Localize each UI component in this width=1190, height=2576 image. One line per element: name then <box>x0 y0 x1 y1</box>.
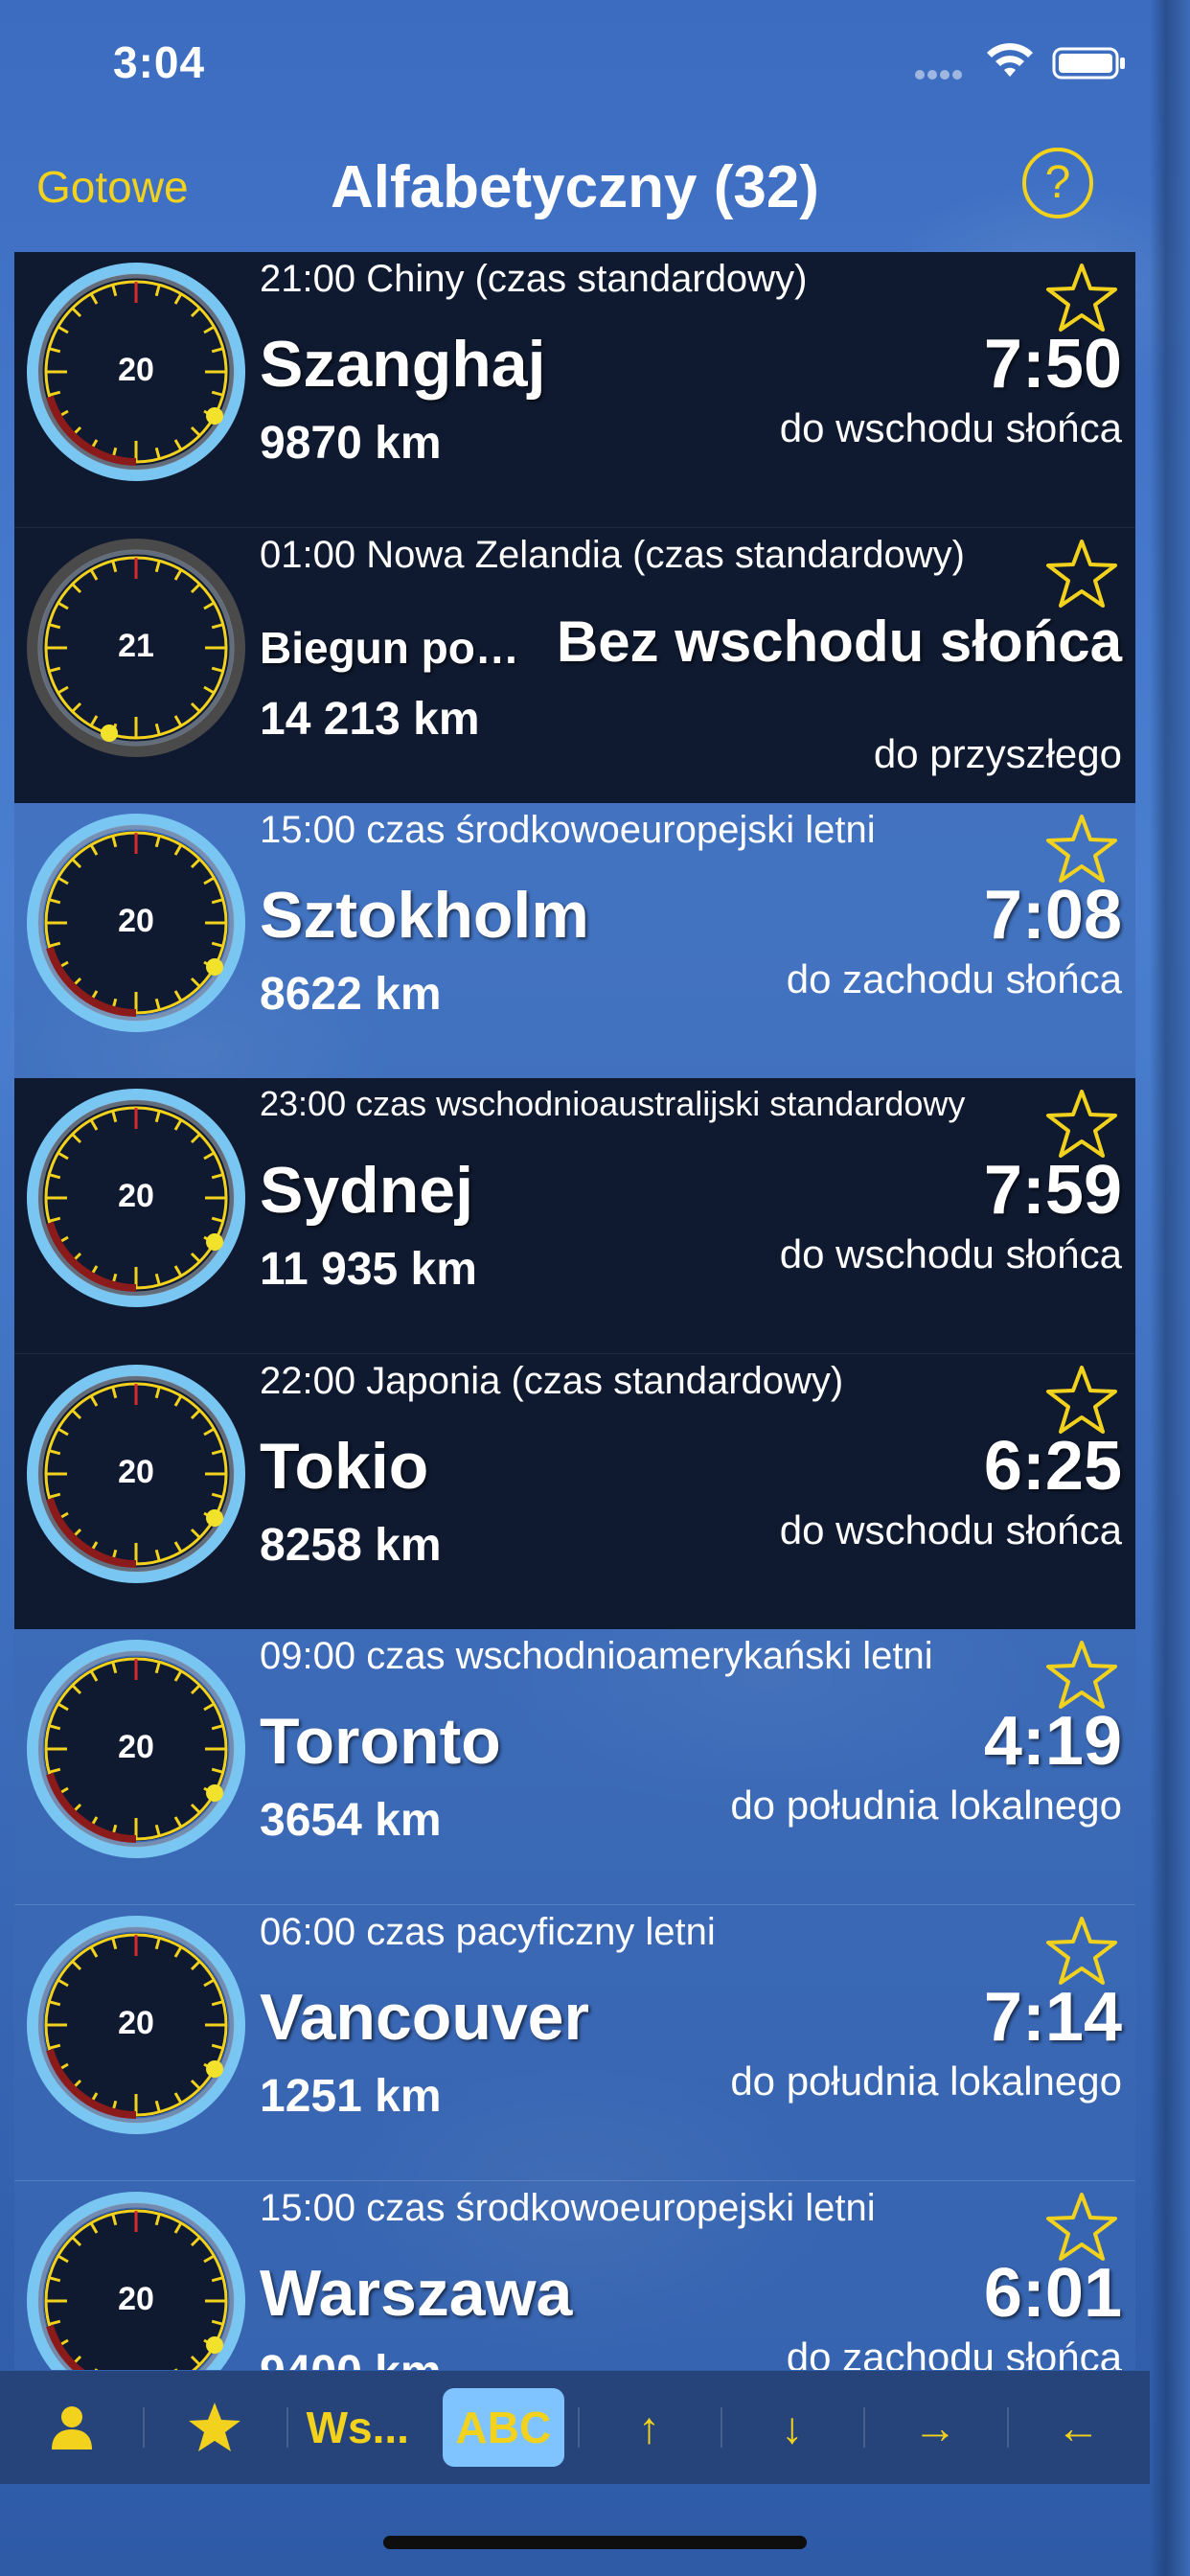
event-label: do przyszłego <box>873 731 1122 776</box>
profile-button[interactable] <box>0 2388 143 2467</box>
favorite-star-icon[interactable] <box>1045 1915 1118 1988</box>
city-name: Sztokholm <box>260 879 589 952</box>
screen: 3:04 Gotowe Alfabetyczny (32) ? 20 21:00 … <box>0 0 1190 2576</box>
event-time: 7:08 <box>983 877 1122 954</box>
favorite-star-icon[interactable] <box>1045 1088 1118 1161</box>
battery-icon <box>1052 47 1125 80</box>
city-name: Biegun po… <box>260 623 519 673</box>
timezone-label: 15:00 czas środkowoeuropejski letni <box>260 2187 876 2229</box>
favorite-star-icon[interactable] <box>1045 1364 1118 1437</box>
dial-hour: 20 <box>118 2281 154 2317</box>
city-name: Szanghaj <box>260 328 546 401</box>
event-time: 4:19 <box>983 1703 1122 1780</box>
timezone-label: 15:00 czas środkowoeuropejski letni <box>260 809 876 851</box>
cellular-signal-icon <box>915 67 973 80</box>
sort-east-button[interactable]: → <box>863 2388 1006 2467</box>
timezone-label: 21:00 Chiny (czas standardowy) <box>260 258 808 300</box>
event-time: 7:14 <box>983 1979 1122 2056</box>
status-time: 3:04 <box>113 37 206 87</box>
dial-hour: 20 <box>118 2005 154 2041</box>
event-time: 6:01 <box>983 2255 1122 2332</box>
home-indicator <box>383 2536 807 2549</box>
favorite-star-icon[interactable] <box>1045 2191 1118 2264</box>
event-time: 7:50 <box>983 326 1122 402</box>
timezone-label: 01:00 Nowa Zelandia (czas standardowy) <box>260 534 965 576</box>
location-list[interactable]: 20 21:00 Chiny (czas standardowy) Szanghaj… <box>14 252 1135 2370</box>
distance-value: 9870 km <box>260 418 442 469</box>
city-name: Warszawa <box>260 2257 573 2330</box>
wifi-icon <box>987 43 1033 77</box>
distance-value: 14 213 km <box>260 694 480 745</box>
list-item[interactable]: 20 21:00 Chiny (czas standardowy) Szanghaj… <box>14 252 1135 527</box>
distance-value: 11 935 km <box>260 1244 477 1295</box>
dial-hour: 20 <box>118 1454 154 1490</box>
person-icon <box>51 2406 92 2450</box>
event-label: do wschodu słońca <box>779 405 1122 450</box>
help-button[interactable]: ? <box>1022 148 1093 218</box>
bottom-toolbar: Ws... ABC ↑ ↓ → ← <box>0 2371 1150 2484</box>
sort-distance-button[interactable]: Ws... <box>286 2388 429 2467</box>
timezone-label: 06:00 czas pacyficzny letni <box>260 1911 716 1953</box>
event-label: do południa lokalnego <box>730 1782 1122 1828</box>
sort-south-button[interactable]: ↓ <box>721 2388 863 2467</box>
timezone-label: 23:00 czas wschodnioaustralijski standar… <box>260 1084 966 1123</box>
city-name: Vancouver <box>260 1981 589 2054</box>
event-time: 6:25 <box>983 1428 1122 1505</box>
distance-value: 8258 km <box>260 1520 442 1571</box>
dial-hour: 20 <box>118 1729 154 1765</box>
event-label: do wschodu słońca <box>779 1231 1122 1276</box>
event-time: 7:59 <box>983 1152 1122 1229</box>
background-edge <box>1150 0 1190 2576</box>
list-item[interactable]: 20 15:00 czas środkowoeuropejski letni Szt… <box>14 803 1135 1078</box>
event-label: do zachodu słońca <box>786 2334 1122 2370</box>
list-item[interactable]: 20 23:00 czas wschodnioaustralijski stand… <box>14 1078 1135 1353</box>
sort-alphabetical-button[interactable]: ABC <box>442 2388 564 2467</box>
dial-hour: 21 <box>118 628 154 664</box>
sort-north-button[interactable]: ↑ <box>577 2388 721 2467</box>
favorite-star-icon[interactable] <box>1045 538 1118 610</box>
distance-value: 1251 km <box>260 2071 442 2122</box>
distance-value: 9400 km <box>260 2346 442 2370</box>
star-icon <box>188 2403 240 2451</box>
sort-west-button[interactable]: ← <box>1006 2388 1150 2467</box>
city-name: Sydnej <box>260 1154 473 1227</box>
list-item[interactable]: 20 09:00 czas wschodnioamerykański letni T… <box>14 1629 1135 1904</box>
favorite-star-icon[interactable] <box>1045 813 1118 886</box>
favorite-star-icon[interactable] <box>1045 262 1118 334</box>
timezone-label: 09:00 czas wschodnioamerykański letni <box>260 1635 933 1677</box>
list-item[interactable]: 20 06:00 czas pacyficzny letni Vancouver 12… <box>14 1904 1135 2180</box>
dial-hour: 20 <box>118 352 154 388</box>
city-name: Toronto <box>260 1705 501 1778</box>
event-time: Bez wschodu słońca <box>556 610 1122 674</box>
timezone-label: 22:00 Japonia (czas standardowy) <box>260 1360 844 1402</box>
favorites-button[interactable] <box>143 2388 286 2467</box>
event-label: do zachodu słońca <box>786 956 1122 1001</box>
event-label: do południa lokalnego <box>730 2058 1122 2104</box>
list-item[interactable]: 20 15:00 czas środkowoeuropejski letni War… <box>14 2180 1135 2370</box>
dial-hour: 20 <box>118 1178 154 1214</box>
distance-value: 8622 km <box>260 969 442 1020</box>
list-item[interactable]: 20 22:00 Japonia (czas standardowy) Tokio 8… <box>14 1353 1135 1629</box>
event-label: do wschodu słońca <box>779 1507 1122 1552</box>
distance-value: 3654 km <box>260 1795 442 1846</box>
dial-hour: 20 <box>118 903 154 939</box>
favorite-star-icon[interactable] <box>1045 1639 1118 1712</box>
page-title: Alfabetyczny (32) <box>331 154 819 220</box>
list-item[interactable]: 21 01:00 Nowa Zelandia (czas standardowy)… <box>14 527 1135 803</box>
city-name: Tokio <box>260 1430 429 1503</box>
